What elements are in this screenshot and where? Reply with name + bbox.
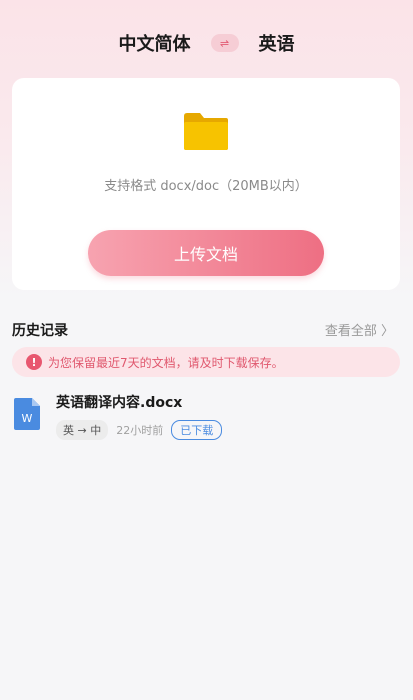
upload-document-button[interactable]: 上传文档 <box>88 230 324 276</box>
history-list-item[interactable]: W 英语翻译内容.docx 英 → 中 22小时前 已下载 <box>12 388 400 444</box>
swap-language-icon[interactable]: ⇌ <box>210 34 239 52</box>
folder-icon <box>184 113 228 150</box>
view-all-link[interactable]: 查看全部 〉 <box>325 320 394 339</box>
target-language[interactable]: 英语 <box>256 30 297 56</box>
history-title: 历史记录 <box>12 323 68 339</box>
document-meta: 英 → 中 22小时前 已下载 <box>56 420 223 440</box>
document-time: 22小时前 <box>116 424 164 437</box>
svg-text:W: W <box>22 412 33 425</box>
source-language[interactable]: 中文简体 <box>116 30 193 56</box>
language-selector: 中文简体 ⇌ 英语 <box>0 28 413 58</box>
notice-text: 为您保留最近7天的文档，请及时下载保存。 <box>48 355 284 370</box>
language-pair-badge: 英 → 中 <box>56 420 109 440</box>
upload-card: 支持格式 docx/doc（20MB以内） 上传文档 <box>12 78 400 290</box>
supported-formats-text: 支持格式 docx/doc（20MB以内） <box>104 179 308 194</box>
word-document-icon: W <box>14 398 40 430</box>
history-header: 历史记录 查看全部 〉 <box>12 318 400 340</box>
retention-notice: ! 为您保留最近7天的文档，请及时下载保存。 <box>12 347 400 377</box>
downloaded-status-badge: 已下载 <box>171 420 223 440</box>
warning-icon: ! <box>26 354 42 370</box>
document-name: 英语翻译内容.docx <box>56 395 183 411</box>
